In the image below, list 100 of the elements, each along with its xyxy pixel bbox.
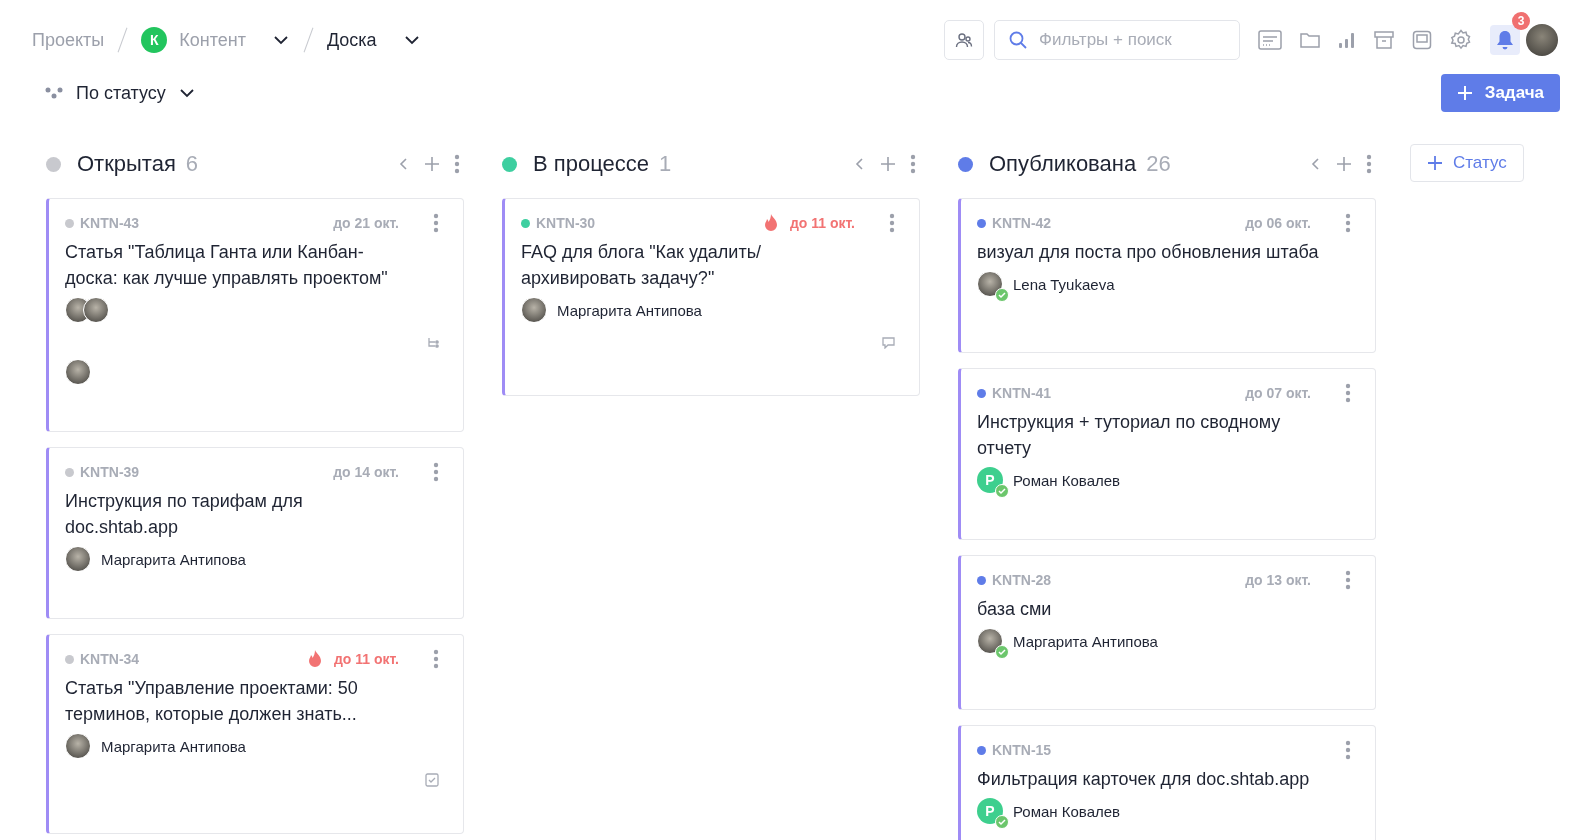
list-view-icon[interactable] (1258, 30, 1282, 50)
members-button[interactable] (944, 20, 984, 60)
search-icon (1008, 30, 1028, 50)
chevron-left-icon[interactable] (398, 156, 410, 172)
folder-icon[interactable] (1300, 31, 1320, 49)
more-icon[interactable] (1345, 213, 1351, 233)
task-id: KNTN-43 (80, 215, 140, 231)
due-date: до 06 окт. (1245, 215, 1311, 231)
more-icon[interactable] (433, 213, 439, 233)
notification-count: 3 (1512, 12, 1530, 30)
search-field[interactable]: Фильтры + поиск (994, 20, 1240, 60)
task-id: KNTN-34 (80, 651, 140, 667)
task-card[interactable]: KNTN-15 Фильтрация карточек для doc.shtab.app Р Роман Ковалев (958, 725, 1376, 840)
task-title: Фильтрация карточек для doc.shtab.app (977, 768, 1311, 791)
check-badge-icon (995, 815, 1009, 829)
task-id: KNTN-30 (536, 215, 596, 231)
task-card[interactable]: KNTN-28 до 13 окт. база сми Маргарита Антипова (958, 555, 1376, 710)
project-avatar: К (141, 27, 168, 53)
column-title: В процессе (533, 151, 649, 177)
more-icon[interactable] (433, 649, 439, 669)
more-icon[interactable] (889, 213, 895, 233)
user-avatar[interactable] (1526, 24, 1558, 56)
task-card[interactable]: KNTN-30 до 11 окт. FAQ для блога "Как удалить/ архивировать задачу?" Маргарита Антипова (502, 198, 920, 396)
more-icon[interactable] (1345, 570, 1351, 590)
due-date: до 13 окт. (1245, 572, 1311, 588)
archive-icon[interactable] (1374, 30, 1394, 50)
plus-icon (1427, 155, 1443, 171)
status-dot (65, 218, 74, 228)
assignee-name: Маргарита Антипова (101, 737, 246, 755)
notifications-button[interactable] (1490, 25, 1520, 55)
status-dot (977, 745, 986, 755)
bar-chart-icon[interactable] (1338, 31, 1356, 49)
subtasks-icon (427, 337, 439, 349)
avatar: Р (977, 798, 1003, 824)
chevron-left-icon[interactable] (854, 156, 866, 172)
column-count: 26 (1146, 151, 1171, 177)
status-dot (521, 218, 530, 228)
plus-icon[interactable] (424, 156, 440, 172)
dots-icon (44, 86, 64, 100)
more-icon[interactable] (1345, 740, 1351, 760)
add-task-button[interactable]: Задача (1440, 74, 1560, 112)
task-id: KNTN-42 (992, 215, 1052, 231)
assignee-name: Роман Ковалев (1013, 802, 1121, 820)
checklist-icon (425, 773, 439, 787)
check-badge-icon (995, 288, 1009, 302)
task-card[interactable]: KNTN-43 до 21 окт. Статья "Таблица Ганта или Канбан-доска: как лучше управлять проектом" (46, 198, 464, 432)
comment-icon (882, 337, 895, 349)
plus-icon (1456, 85, 1473, 101)
bell-icon (1496, 30, 1514, 50)
settings-icon[interactable] (1450, 29, 1472, 51)
add-status-button[interactable]: Статус (1410, 144, 1524, 182)
task-id: KNTN-15 (992, 742, 1052, 758)
task-id: KNTN-41 (992, 385, 1052, 401)
status-dot (977, 218, 986, 228)
column-title: Опубликована (989, 151, 1137, 177)
due-date: до 11 окт. (333, 651, 399, 667)
more-icon[interactable] (910, 154, 916, 174)
group-by-dropdown[interactable]: По статусу (32, 82, 196, 104)
task-card[interactable]: KNTN-39 до 14 окт. Инструкция по тарифам для doc.shtab.app Маргарита Антипова (46, 447, 464, 619)
check-badge-icon (995, 645, 1009, 659)
column-count: 1 (659, 151, 672, 177)
chevron-left-icon[interactable] (1310, 156, 1322, 172)
more-icon[interactable] (1345, 383, 1351, 403)
breadcrumb-current[interactable]: Доска (326, 29, 377, 51)
task-title: база сми (977, 598, 1053, 621)
more-icon[interactable] (454, 154, 460, 174)
task-card[interactable]: KNTN-41 до 07 окт. Инструкция + туториал по сводному отчету Р Роман Ковалев (958, 368, 1376, 540)
due-date: до 21 окт. (333, 215, 399, 231)
status-dot (65, 467, 74, 477)
assignee-name: Lena Tyukaeva (1013, 275, 1115, 293)
check-badge-icon (995, 484, 1009, 498)
column-title: Открытая (77, 151, 176, 177)
avatar: Р (977, 467, 1003, 493)
task-title: Инструкция по тарифам для doc.shtab.app (65, 490, 304, 539)
window-icon[interactable] (1412, 30, 1432, 50)
task-title: FAQ для блога "Как удалить/ архивировать задачу?" (521, 241, 763, 290)
task-title: Инструкция + туториал по сводному отчету (977, 411, 1282, 460)
status-dot (977, 575, 986, 585)
plus-icon[interactable] (880, 156, 896, 172)
column-count: 6 (185, 151, 199, 177)
task-id: KNTN-28 (992, 572, 1052, 588)
task-title: Статья "Управление проектами: 50 терминов, которые должен знать... (65, 677, 359, 726)
people-icon (955, 31, 973, 49)
task-card[interactable]: KNTN-34 до 11 окт. Статья "Управление проектами: 50 терминов, которые должен знать... Маргарита Антипова (46, 634, 464, 834)
task-id: KNTN-39 (80, 464, 140, 480)
assignee-name: Маргарита Антипова (101, 550, 246, 568)
assignee-name: Маргарита Антипова (1013, 632, 1158, 650)
status-dot (65, 654, 74, 664)
task-card[interactable]: KNTN-42 до 06 окт. визуал для поста про обновления штаба Lena Tyukaeva (958, 198, 1376, 353)
status-dot (977, 388, 986, 398)
more-icon[interactable] (433, 462, 439, 482)
due-date: до 07 окт. (1245, 385, 1311, 401)
avatar (65, 359, 91, 385)
due-date: до 14 окт. (333, 464, 399, 480)
due-date: до 11 окт. (789, 215, 855, 231)
assignee-name: Маргарита Антипова (557, 301, 702, 319)
task-title: визуал для поста про обновления штаба (977, 241, 1320, 264)
assignee-name: Роман Ковалев (1013, 471, 1121, 489)
more-icon[interactable] (1366, 154, 1372, 174)
plus-icon[interactable] (1336, 156, 1352, 172)
